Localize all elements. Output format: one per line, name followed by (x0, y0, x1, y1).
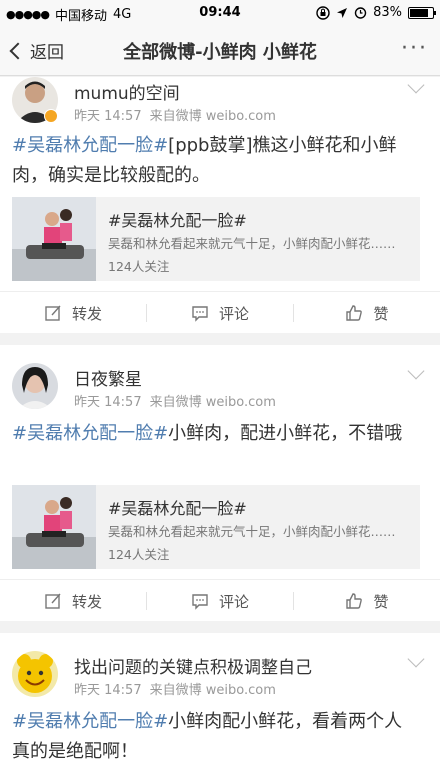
repost-button[interactable]: 转发 (0, 580, 146, 622)
thumbs-up-icon (345, 304, 363, 322)
topic-follow-count: 124人关注 (108, 259, 170, 274)
chevron-down-icon[interactable] (407, 650, 425, 668)
post-meta: 昨天 14:57 来自微博 weibo.com (74, 105, 284, 124)
shared-topic-card[interactable]: #吴磊林允配一脸# 吴磊和林允看起来就元气十足，小鲜肉配小鲜花…… 124人关注 (12, 485, 420, 569)
action-bar: 转发 评论 赞 (0, 291, 440, 333)
repost-icon (44, 592, 62, 610)
comment-button[interactable]: 评论 (147, 292, 293, 334)
repost-label: 转发 (71, 592, 102, 611)
battery-icon (408, 6, 436, 19)
location-icon (336, 7, 348, 19)
post-card[interactable]: mumu的空间 昨天 14:57 来自微博 weibo.com #吴磊林允配一脸#… (0, 76, 440, 333)
post-time: 昨天 14:57 (74, 109, 142, 124)
post-username[interactable]: mumu的空间 (74, 79, 180, 104)
topic-thumbnail (12, 197, 96, 281)
avatar[interactable] (12, 363, 58, 409)
post-card[interactable]: 日夜繁星 昨天 14:57 来自微博 weibo.com #吴磊林允配一脸#小鲜肉… (0, 345, 440, 621)
topic-title: #吴磊林允配一脸# (108, 211, 247, 230)
more-button[interactable]: ··· (401, 36, 428, 61)
post-time: 昨天 14:57 (74, 395, 142, 410)
post-username[interactable]: 日夜繁星 (74, 365, 142, 390)
topic-link[interactable]: #吴磊林允配一脸# (12, 135, 168, 156)
topic-link[interactable]: #吴磊林允配一脸# (12, 711, 168, 732)
topic-follow-count: 124人关注 (108, 547, 170, 562)
comment-icon (191, 304, 209, 322)
page-title: 全部微博-小鲜肉 小鲜花 (123, 42, 317, 63)
comment-button[interactable]: 评论 (147, 580, 293, 622)
like-label: 赞 (373, 304, 389, 323)
chevron-down-icon[interactable] (407, 362, 425, 380)
lock-rotation-icon (316, 5, 330, 20)
post-text: #吴磊林允配一脸#[ppb鼓掌]樵这小鲜花和小鲜肉，确实是比较般配的。 (12, 131, 426, 191)
topic-link[interactable]: #吴磊林允配一脸# (12, 423, 168, 444)
verified-badge-icon (44, 109, 58, 123)
topic-thumbnail (12, 485, 96, 569)
post-source: 来自微博 weibo.com (149, 109, 276, 124)
repost-icon (44, 304, 62, 322)
post-time: 昨天 14:57 (74, 683, 142, 698)
topic-title: #吴磊林允配一脸# (108, 499, 247, 518)
alarm-icon (354, 6, 367, 19)
battery-percent: 83% (373, 5, 402, 20)
avatar[interactable] (12, 651, 58, 697)
post-source: 来自微博 weibo.com (149, 395, 276, 410)
nav-bar: 返回 全部微博-小鲜肉 小鲜花 ··· (0, 26, 440, 76)
like-button[interactable]: 赞 (294, 580, 440, 622)
post-text: #吴磊林允配一脸#小鲜肉配小鲜花，看着两个人真的是绝配啊！ (12, 707, 416, 766)
post-meta: 昨天 14:57 来自微博 weibo.com (74, 679, 284, 698)
action-bar: 转发 评论 赞 (0, 579, 440, 621)
post-text: #吴磊林允配一脸#小鲜肉，配进小鲜花，不错哦 (12, 419, 410, 449)
shared-topic-card[interactable]: #吴磊林允配一脸# 吴磊和林允看起来就元气十足，小鲜肉配小鲜花…… 124人关注 (12, 197, 420, 281)
post-source: 来自微博 weibo.com (149, 683, 276, 698)
like-label: 赞 (373, 592, 389, 611)
post-card[interactable]: 找出问题的关键点积极调整自己 昨天 14:57 来自微博 weibo.com #吴… (0, 633, 440, 766)
post-body: 小鲜肉，配进小鲜花，不错哦 (168, 423, 403, 444)
comment-label: 评论 (218, 304, 249, 323)
status-bar: ●●●●● 中国移动 4G 09:44 83% (0, 0, 440, 26)
thumbs-up-icon (345, 592, 363, 610)
comment-icon (191, 592, 209, 610)
topic-description: 吴磊和林允看起来就元气十足，小鲜肉配小鲜花…… (108, 236, 396, 251)
repost-label: 转发 (71, 304, 102, 323)
topic-description: 吴磊和林允看起来就元气十足，小鲜肉配小鲜花…… (108, 524, 396, 539)
post-username[interactable]: 找出问题的关键点积极调整自己 (74, 653, 312, 678)
repost-button[interactable]: 转发 (0, 292, 146, 334)
comment-label: 评论 (218, 592, 249, 611)
post-meta: 昨天 14:57 来自微博 weibo.com (74, 391, 284, 410)
chevron-down-icon[interactable] (407, 76, 425, 94)
like-button[interactable]: 赞 (294, 292, 440, 334)
